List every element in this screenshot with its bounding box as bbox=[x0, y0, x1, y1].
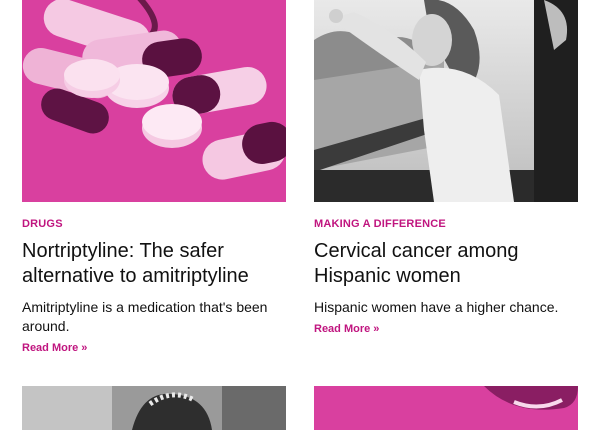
article-title[interactable]: Cervical cancer among Hispanic women bbox=[314, 239, 578, 289]
article-description: Hispanic women have a higher chance. bbox=[314, 299, 559, 315]
pink-portrait-image[interactable] bbox=[314, 386, 578, 430]
article-card-drugs: DRUGS Nortriptyline: The safer alternati… bbox=[22, 0, 286, 356]
article-category[interactable]: MAKING A DIFFERENCE bbox=[314, 218, 578, 230]
pills-image[interactable] bbox=[22, 0, 286, 202]
article-category[interactable]: DRUGS bbox=[22, 218, 286, 230]
read-more-link[interactable]: Read More » bbox=[314, 323, 379, 335]
portrait-image[interactable] bbox=[22, 386, 286, 430]
woman-pointing-image[interactable] bbox=[314, 0, 578, 202]
article-description: Amitriptyline is a medication that's bee… bbox=[22, 299, 268, 334]
article-title[interactable]: Nortriptyline: The safer alternative to … bbox=[22, 239, 286, 289]
article-card-making-a-difference: MAKING A DIFFERENCE Cervical cancer amon… bbox=[314, 0, 578, 337]
read-more-link[interactable]: Read More » bbox=[22, 342, 87, 354]
